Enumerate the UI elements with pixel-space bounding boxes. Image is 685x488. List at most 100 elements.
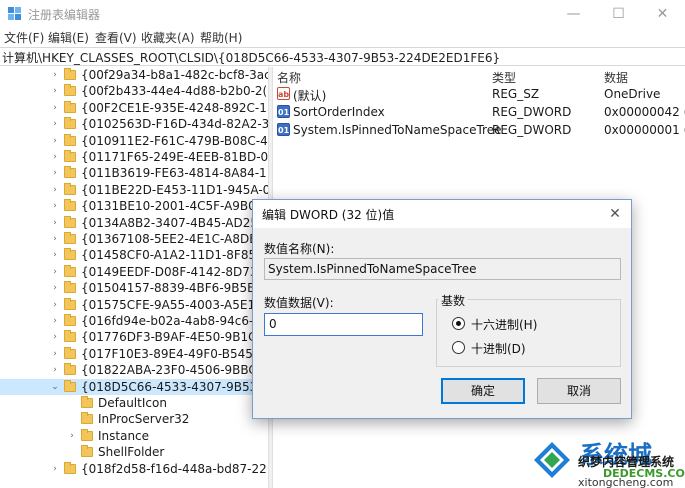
dialog-title-bar[interactable]: 编辑 DWORD (32 位)值 ✕ <box>253 200 631 228</box>
tree-item[interactable]: InProcServer32 <box>0 411 268 427</box>
folder-icon <box>64 330 76 343</box>
tree-item[interactable]: › {01171F65-249E-4EEB-81BD-0 <box>0 149 268 165</box>
value-row[interactable]: 01 System.IsPinnedToNameSpaceTree REG_DW… <box>273 121 685 139</box>
menu-bar: 文件(F) 编辑(E) 查看(V) 收藏夹(A) 帮助(H) <box>0 28 685 46</box>
ok-button[interactable]: 确定 <box>441 378 525 404</box>
menu-view[interactable]: 查看(V) <box>95 29 137 46</box>
chevron-right-icon[interactable]: › <box>50 200 60 212</box>
tree-item[interactable]: › {016fd94e-b02a-4ab8-94c6-14 <box>0 313 268 329</box>
tree-item-label: {0149EEDF-D08F-4142-8D73-D <box>81 264 268 279</box>
maximize-button[interactable]: ☐ <box>596 0 641 28</box>
title-bar: 注册表编辑器 — ☐ ✕ <box>0 0 685 28</box>
tree-item[interactable]: › Instance <box>0 428 268 444</box>
base-groupbox <box>436 299 621 367</box>
tree-item[interactable]: › {01776DF3-B9AF-4E50-9B1C-5 <box>0 329 268 345</box>
tree-item[interactable]: › {0131BE10-2001-4C5F-A9B0-C <box>0 198 268 214</box>
chevron-right-icon[interactable]: › <box>50 331 60 343</box>
cancel-button[interactable]: 取消 <box>537 378 621 404</box>
tree-item[interactable]: › {00f29a34-b8a1-482c-bcf8-3ac <box>0 67 268 83</box>
chevron-right-icon[interactable]: › <box>50 184 60 196</box>
tree-item[interactable]: ⌄ {018D5C66-4533-4307-9B53-2 <box>0 378 268 395</box>
chevron-right-icon[interactable]: › <box>50 167 60 179</box>
chevron-right-icon[interactable]: › <box>50 463 60 475</box>
folder-icon <box>64 150 76 162</box>
value-name: (默认) <box>293 89 327 103</box>
dec-radio-label[interactable]: 十进制(D) <box>471 340 526 357</box>
tree-item[interactable]: › {00F2CE1E-935E-4248-892C-1 <box>0 100 268 116</box>
tree-item[interactable]: › {01822ABA-23F0-4506-9BBC-6 <box>0 362 268 378</box>
folder-icon <box>81 396 93 408</box>
chevron-right-icon[interactable]: › <box>50 69 60 81</box>
address-bar[interactable]: 计算机\HKEY_CLASSES_ROOT\CLSID\{018D5C66-45… <box>0 47 685 66</box>
close-button[interactable]: ✕ <box>640 0 685 28</box>
tree-item[interactable]: › {01367108-5EE2-4E1C-A8DE-2 <box>0 231 268 247</box>
menu-favorites[interactable]: 收藏夹(A) <box>141 29 195 46</box>
tree-item[interactable]: › {01458CF0-A1A2-11D1-8F85-0 <box>0 247 268 263</box>
chevron-right-icon[interactable]: › <box>50 315 60 327</box>
window-title: 注册表编辑器 <box>28 8 101 22</box>
header-data[interactable]: 数据 <box>604 69 628 86</box>
chevron-right-icon[interactable]: › <box>50 102 60 114</box>
value-row[interactable]: 01 SortOrderIndex REG_DWORD 0x00000042 (… <box>273 103 685 121</box>
dialog-close-button[interactable]: ✕ <box>603 203 627 225</box>
tree-item-label: {016fd94e-b02a-4ab8-94c6-14 <box>81 314 268 328</box>
dword-value-icon: 01 <box>277 123 290 136</box>
value-name: SortOrderIndex <box>293 105 385 119</box>
tree-item[interactable]: › {01504157-8839-4BF6-9B5B-5 <box>0 280 268 296</box>
folder-icon <box>64 346 76 359</box>
tree-item[interactable]: › {0102563D-F16D-434d-82A2-3 <box>0 116 268 132</box>
tree-item[interactable]: › {011BE22D-E453-11D1-945A-0 <box>0 182 268 198</box>
hex-radio-label[interactable]: 十六进制(H) <box>471 316 537 333</box>
folder-icon <box>64 297 76 310</box>
chevron-right-icon[interactable]: › <box>50 135 60 147</box>
folder-icon <box>64 199 76 212</box>
value-row[interactable]: ab (默认) REG_SZ OneDrive <box>273 85 685 103</box>
dec-radio[interactable] <box>452 341 465 354</box>
tree-item-label: {01458CF0-A1A2-11D1-8F85-0 <box>81 248 268 263</box>
tree-item[interactable]: › {017F10E3-89E4-49F0-B545-6 <box>0 346 268 362</box>
header-type[interactable]: 类型 <box>492 69 516 86</box>
tree-item[interactable]: › {011B3619-FE63-4814-8A84-1 <box>0 165 268 181</box>
chevron-right-icon[interactable] <box>67 446 77 458</box>
folder-icon <box>64 314 76 326</box>
chevron-right-icon[interactable]: › <box>50 348 60 360</box>
menu-edit[interactable]: 编辑(E) <box>48 29 89 46</box>
tree-item[interactable]: › {00f2b433-44e4-4d88-b2b0-2( <box>0 83 268 99</box>
tree-item[interactable]: › {01575CFE-9A55-4003-A5E1-F <box>0 297 268 313</box>
folder-icon <box>81 428 93 441</box>
folder-icon <box>64 232 76 244</box>
value-data-input[interactable]: 0 <box>264 313 423 336</box>
hex-radio[interactable] <box>452 317 465 330</box>
chevron-right-icon[interactable]: › <box>50 266 60 278</box>
tree-item[interactable]: › {018f2d58-f16d-448a-bd87-22 <box>0 461 268 477</box>
chevron-right-icon[interactable]: › <box>50 217 60 229</box>
tree-item[interactable]: › {0149EEDF-D08F-4142-8D73-D <box>0 264 268 280</box>
minimize-button[interactable]: — <box>551 0 596 28</box>
dword-value-icon: 01 <box>277 105 290 118</box>
tree-item-label: {00f29a34-b8a1-482c-bcf8-3ac <box>81 68 268 82</box>
chevron-right-icon[interactable]: › <box>67 430 77 442</box>
menu-file[interactable]: 文件(F) <box>4 29 44 46</box>
value-data: 0x00000001 (1 <box>604 123 685 137</box>
tree-item-label: {01822ABA-23F0-4506-9BBC-6 <box>81 363 268 378</box>
tree-item[interactable]: › {0134A8B2-3407-4B45-AD25-E <box>0 215 268 231</box>
watermark-url: xitongcheng.com <box>578 476 674 488</box>
tree-item[interactable]: › {010911E2-F61C-479B-B08C-4 <box>0 133 268 149</box>
chevron-right-icon[interactable]: › <box>50 85 60 97</box>
chevron-right-icon[interactable]: › <box>50 364 60 376</box>
chevron-right-icon[interactable] <box>67 397 77 409</box>
chevron-down-icon[interactable]: ⌄ <box>50 381 60 393</box>
chevron-right-icon[interactable]: › <box>50 282 60 294</box>
chevron-right-icon[interactable]: › <box>50 233 60 245</box>
chevron-right-icon[interactable]: › <box>50 299 60 311</box>
tree-item[interactable]: DefaultIcon <box>0 395 268 411</box>
menu-help[interactable]: 帮助(H) <box>200 29 242 46</box>
chevron-right-icon[interactable]: › <box>50 151 60 163</box>
value-type: REG_DWORD <box>492 123 572 137</box>
chevron-right-icon[interactable]: › <box>50 118 60 130</box>
tree-item-label: {010911E2-F61C-479B-B08C-4 <box>81 133 268 148</box>
chevron-right-icon[interactable] <box>67 413 77 425</box>
header-name[interactable]: 名称 <box>277 69 301 86</box>
chevron-right-icon[interactable]: › <box>50 249 60 261</box>
tree-item[interactable]: ShellFolder <box>0 444 268 460</box>
